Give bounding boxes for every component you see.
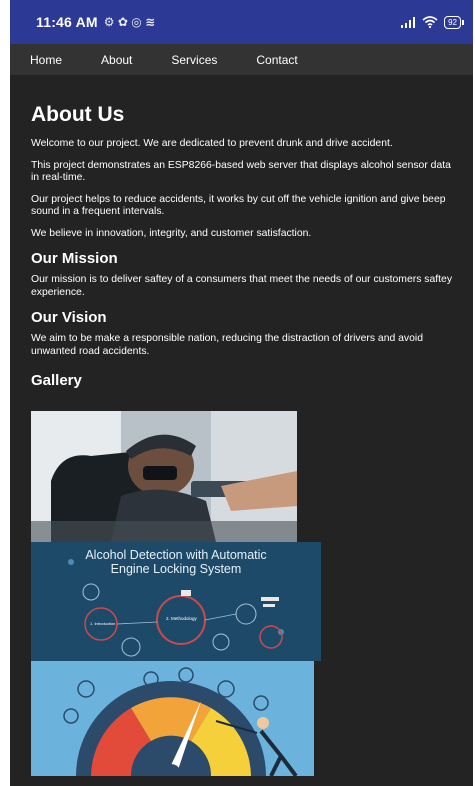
breathalyzer-test-photo bbox=[31, 411, 297, 542]
slide-center-label: 2. Methodology bbox=[166, 616, 197, 621]
top-nav: Home About Services Contact bbox=[10, 44, 473, 75]
intro-paragraph: Our project helps to reduce accidents, i… bbox=[31, 193, 446, 218]
intro-paragraph: We believe in innovation, integrity, and… bbox=[31, 227, 312, 239]
status-bar: 11:46 AM ⚙ ✿ ◎ ≋ 92 bbox=[10, 0, 473, 44]
battery-icon: 92 bbox=[444, 15, 464, 29]
vision-text: We aim to be make a responsible nation, … bbox=[31, 333, 423, 357]
breathalyzer-photo-art bbox=[31, 411, 297, 542]
status-left: 11:46 AM ⚙ ✿ ◎ ≋ bbox=[36, 14, 155, 30]
nav-contact[interactable]: Contact bbox=[256, 53, 297, 67]
nav-services[interactable]: Services bbox=[171, 53, 217, 67]
main-content: About Us Welcome to our project. We are … bbox=[10, 75, 473, 776]
status-right: 92 bbox=[400, 15, 464, 29]
presentation-slide: Alcohol Detection with Automatic Engine … bbox=[31, 542, 321, 661]
slide-title: Alcohol Detection with Automatic Engine … bbox=[31, 548, 321, 576]
gallery: Alcohol Detection with Automatic Engine … bbox=[31, 411, 453, 776]
mission-text: Our mission is to deliver saftey of a co… bbox=[31, 274, 453, 298]
wifi-icon bbox=[422, 16, 438, 28]
slide-title-line1: Alcohol Detection with Automatic bbox=[85, 548, 267, 562]
mission-heading: Our Mission bbox=[31, 250, 118, 267]
intro-paragraph: This project demonstrates an ESP8266-bas… bbox=[31, 159, 451, 184]
alcohol-gauge-illustration bbox=[31, 661, 314, 776]
intro-paragraph: Welcome to our project. We are dedicated… bbox=[31, 138, 393, 149]
nav-home[interactable]: Home bbox=[30, 53, 62, 67]
notification-icons: ⚙ ✿ ◎ ≋ bbox=[103, 15, 156, 29]
gallery-heading: Gallery bbox=[31, 372, 82, 389]
vision-heading: Our Vision bbox=[31, 309, 107, 326]
phone-screen: 11:46 AM ⚙ ✿ ◎ ≋ 92 Home About Services … bbox=[10, 0, 473, 786]
page-title: About Us bbox=[31, 103, 125, 126]
status-time: 11:46 AM bbox=[36, 14, 98, 30]
slide-left-label: 1. Introduction bbox=[90, 621, 116, 626]
gauge-art bbox=[31, 661, 314, 776]
slide-title-line2: Engine Locking System bbox=[110, 562, 242, 576]
nav-about[interactable]: About bbox=[101, 53, 132, 67]
signal-icon bbox=[401, 16, 416, 28]
